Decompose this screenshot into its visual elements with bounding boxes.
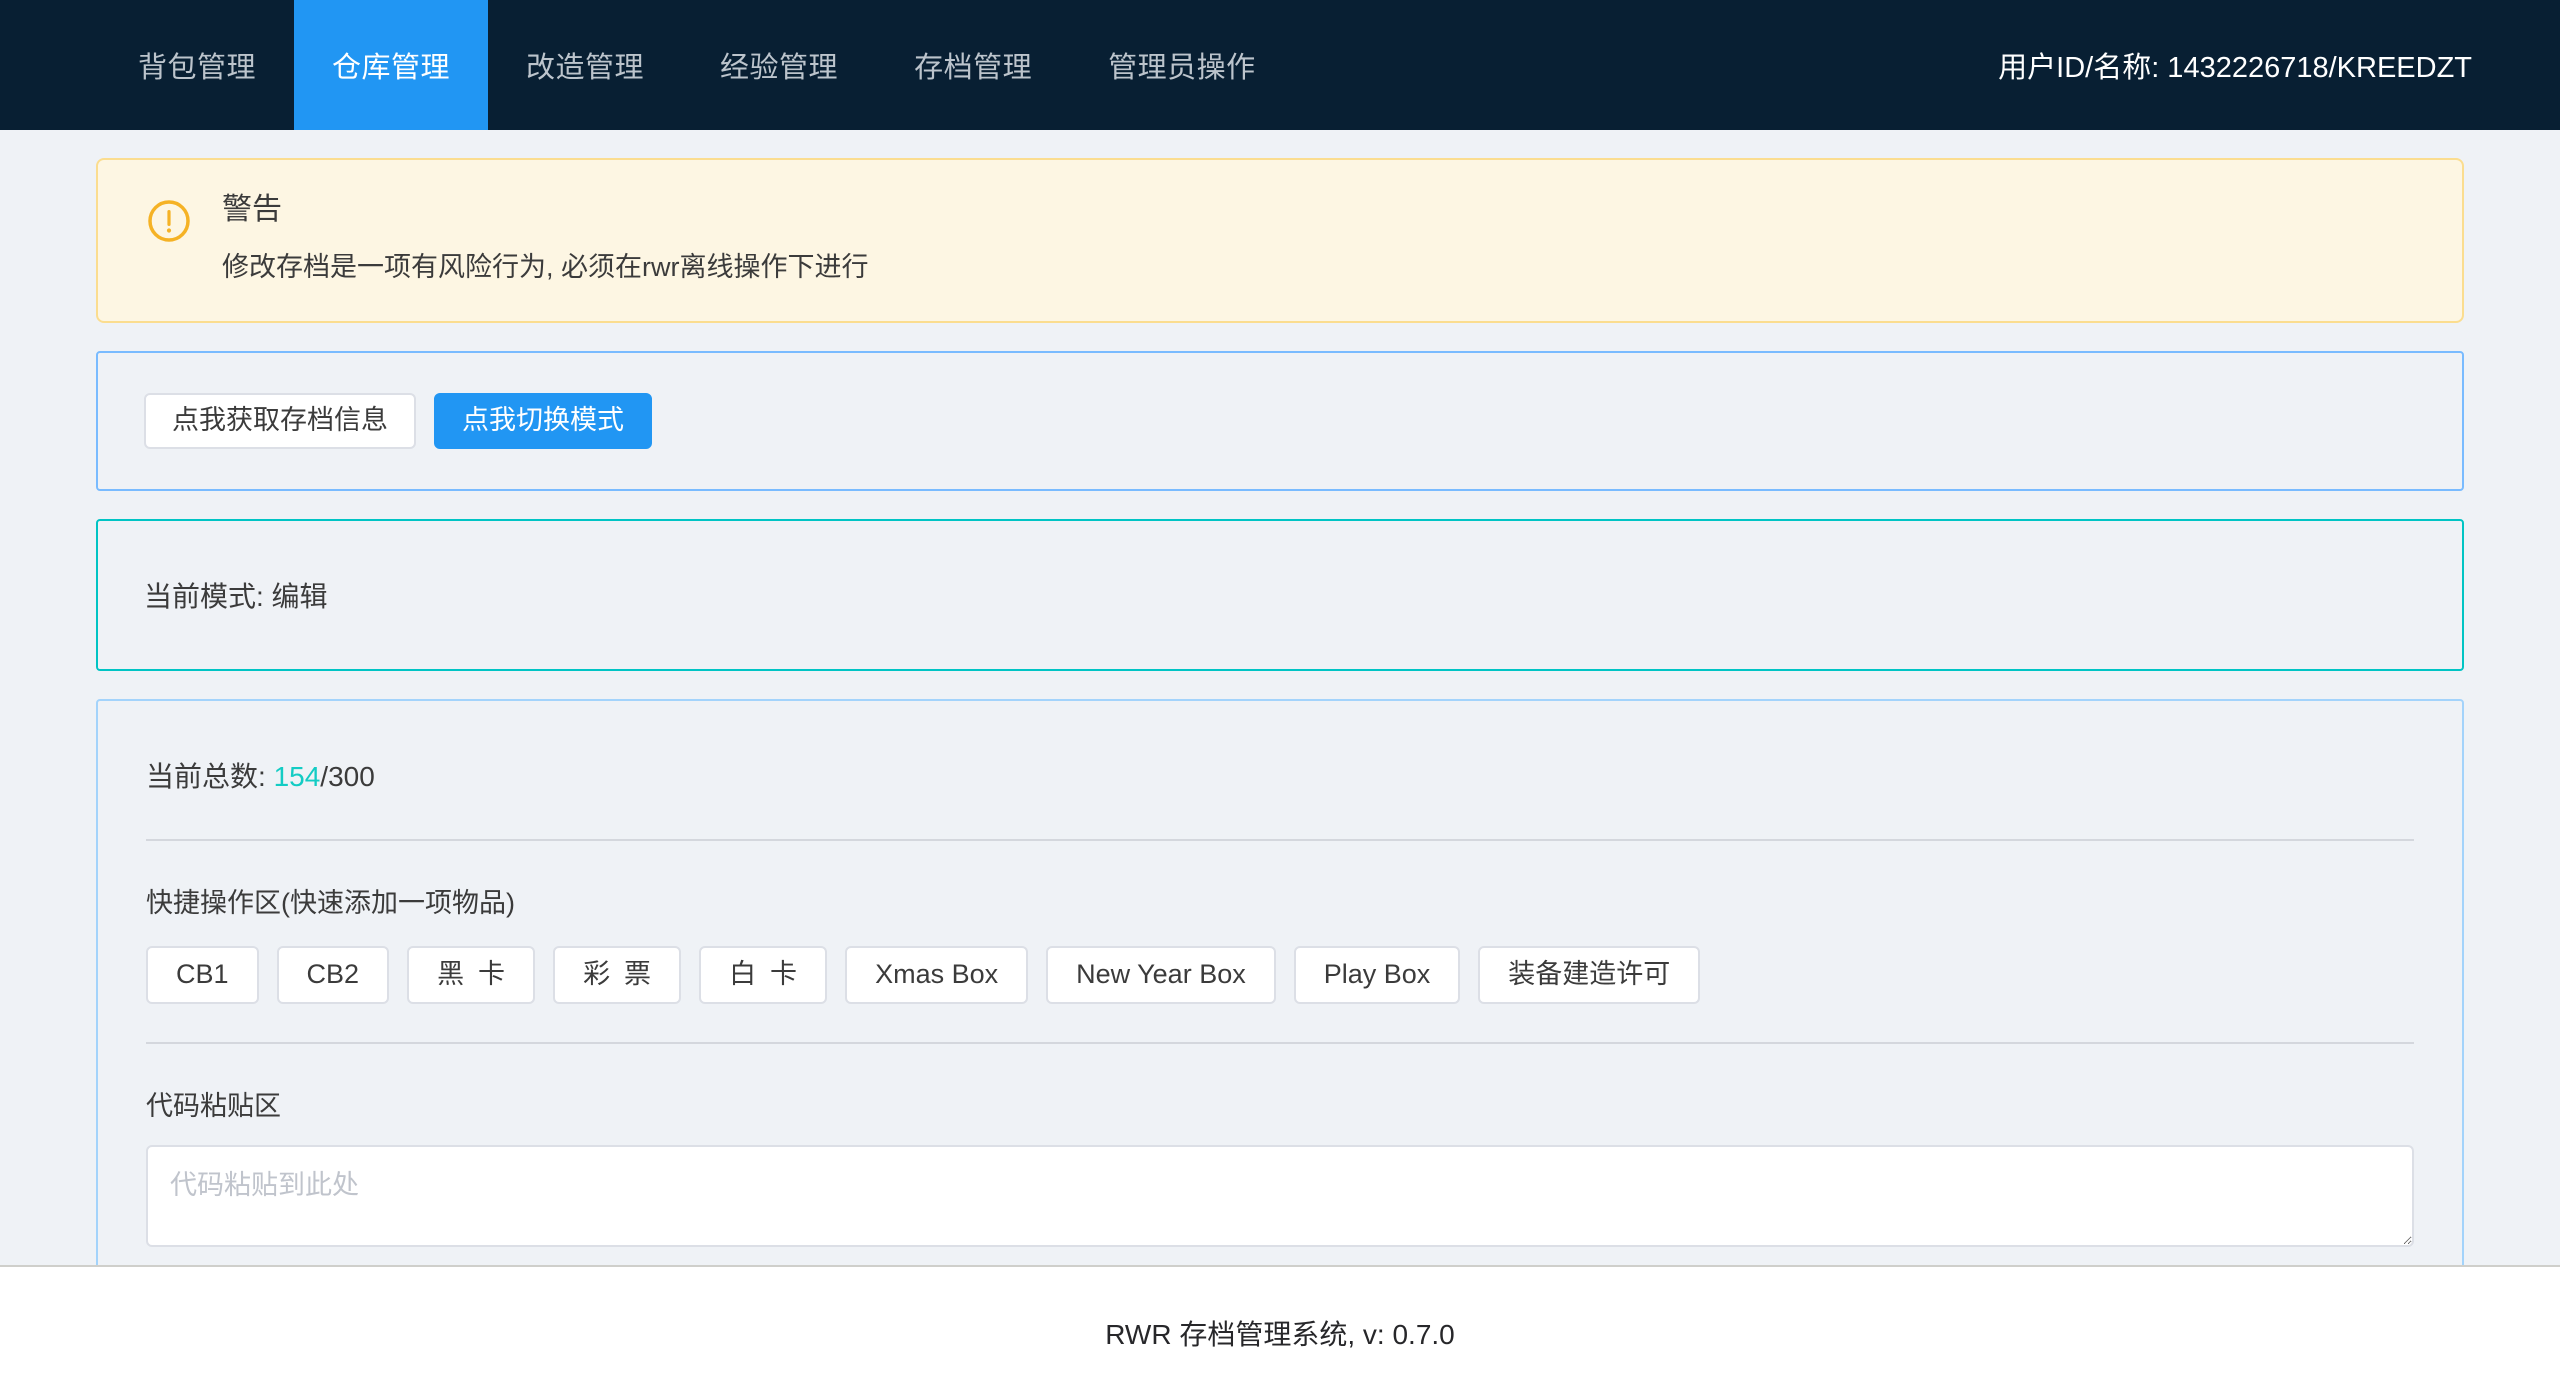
quick-button-xmas-box[interactable]: Xmas Box	[845, 945, 1029, 1004]
warehouse-card-inner: 当前总数: 154/300 快捷操作区(快速添加一项物品) CB1 CB2 黑卡…	[98, 701, 2462, 1265]
quick-button-lottery-ticket[interactable]: 彩票	[553, 945, 682, 1004]
user-info: 用户ID/名称: 1432226718/KREEDZT	[1998, 0, 2560, 130]
warning-alert-title: 警告	[222, 193, 282, 226]
warehouse-card: 当前总数: 154/300 快捷操作区(快速添加一项物品) CB1 CB2 黑卡…	[96, 698, 2464, 1265]
paste-section-label: 代码粘贴区	[146, 1090, 281, 1121]
page-footer: RWR 存档管理系统, v: 0.7.0	[0, 1265, 2560, 1398]
nav-item-list: 背包管理 仓库管理 改造管理 经验管理 存档管理 管理员操作	[100, 0, 1294, 130]
nav-item-label: 经验管理	[720, 52, 839, 84]
nav-item-label: 仓库管理	[332, 52, 451, 84]
footer-text: RWR 存档管理系统, v: 0.7.0	[1105, 1318, 1455, 1350]
total-count-prefix: 当前总数:	[146, 760, 274, 792]
app-root: 背包管理 仓库管理 改造管理 经验管理 存档管理 管理员操作 用户ID/名称: …	[0, 0, 2560, 1398]
actions-panel-inner: 点我获取存档信息 点我切换模式	[98, 353, 2462, 489]
nav-item-label: 背包管理	[138, 52, 257, 84]
nav-item-label: 改造管理	[526, 52, 645, 84]
total-count-separator: /	[320, 760, 329, 792]
quick-action-section-label: 快捷操作区(快速添加一项物品)	[146, 887, 515, 918]
quick-action-button-row: CB1 CB2 黑卡 彩票 白卡 Xmas Box New Year Box P…	[146, 945, 2414, 1004]
page-body: 警告 修改存档是一项有风险行为, 必须在rwr离线操作下进行 点我获取存档信息 …	[0, 130, 2560, 1265]
nav-item-modification[interactable]: 改造管理	[488, 0, 682, 130]
content-container: 警告 修改存档是一项有风险行为, 必须在rwr离线操作下进行 点我获取存档信息 …	[0, 158, 2560, 1265]
nav-item-savefile[interactable]: 存档管理	[876, 0, 1070, 130]
actions-button-row: 点我获取存档信息 点我切换模式	[144, 392, 2416, 449]
top-navbar: 背包管理 仓库管理 改造管理 经验管理 存档管理 管理员操作 用户ID/名称: …	[0, 0, 2560, 130]
nav-left-spacer	[0, 0, 100, 130]
code-paste-textarea[interactable]	[146, 1144, 2414, 1247]
nav-item-label: 存档管理	[914, 52, 1033, 84]
switch-mode-button[interactable]: 点我切换模式	[434, 392, 652, 449]
total-count-line: 当前总数: 154/300	[146, 741, 2414, 795]
divider-bottom	[146, 1041, 2414, 1044]
nav-item-admin[interactable]: 管理员操作	[1070, 0, 1294, 130]
warning-circle-icon	[146, 198, 192, 244]
warning-alert-description: 修改存档是一项有风险行为, 必须在rwr离线操作下进行	[222, 252, 869, 282]
divider-top	[146, 838, 2414, 841]
user-info-label: 用户ID/名称: 1432226718/KREEDZT	[1998, 52, 2472, 84]
quick-button-black-card[interactable]: 黑卡	[407, 945, 536, 1004]
nav-item-warehouse[interactable]: 仓库管理	[294, 0, 489, 130]
quick-button-new-year-box[interactable]: New Year Box	[1046, 945, 1276, 1004]
total-count-current: 154	[273, 760, 321, 792]
mode-panel-inner: 当前模式: 编辑	[98, 521, 2462, 669]
quick-button-cb1[interactable]: CB1	[146, 945, 259, 1004]
actions-panel: 点我获取存档信息 点我切换模式	[96, 350, 2464, 491]
quick-button-play-box[interactable]: Play Box	[1293, 945, 1461, 1004]
quick-button-white-card[interactable]: 白卡	[699, 945, 828, 1004]
warning-alert: 警告 修改存档是一项有风险行为, 必须在rwr离线操作下进行	[96, 158, 2464, 323]
nav-item-backpack[interactable]: 背包管理	[100, 0, 294, 130]
current-mode-text: 当前模式: 编辑	[144, 580, 328, 612]
warning-alert-body: 警告 修改存档是一项有风险行为, 必须在rwr离线操作下进行	[222, 190, 2414, 287]
fetch-savefile-button[interactable]: 点我获取存档信息	[144, 392, 416, 449]
mode-panel: 当前模式: 编辑	[96, 518, 2464, 671]
total-count-max: 300	[328, 760, 375, 792]
nav-item-label: 管理员操作	[1108, 52, 1256, 84]
quick-button-cb2[interactable]: CB2	[276, 945, 390, 1004]
nav-item-experience[interactable]: 经验管理	[682, 0, 876, 130]
quick-button-equipment-build-permit[interactable]: 装备建造许可	[1478, 945, 1701, 1004]
